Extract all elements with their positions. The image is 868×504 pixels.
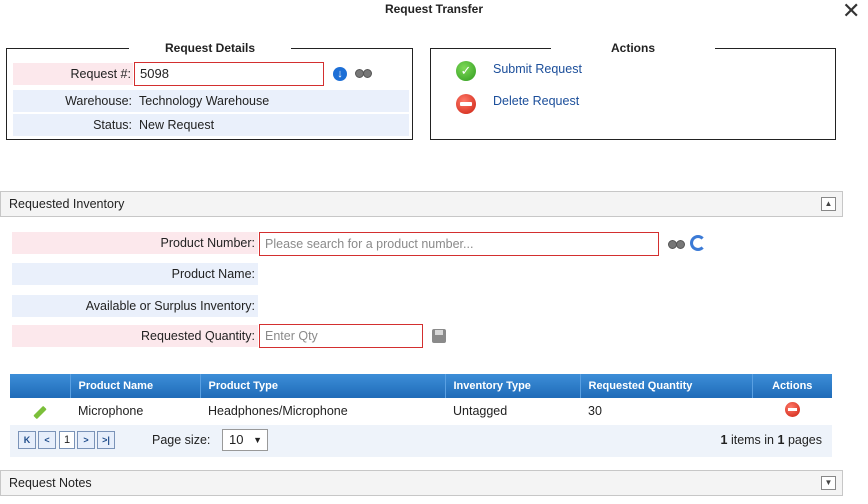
requested-quantity-label: Requested Quantity: bbox=[141, 329, 255, 343]
close-icon[interactable]: ✕ bbox=[842, 0, 860, 22]
last-page-button[interactable]: >| bbox=[97, 431, 115, 449]
binoculars-icon[interactable] bbox=[668, 238, 685, 249]
col-actions: Actions bbox=[751, 374, 832, 398]
save-icon[interactable] bbox=[432, 329, 446, 343]
items-text: items in bbox=[730, 433, 775, 447]
expand-button[interactable]: ▼ bbox=[821, 476, 836, 490]
collapse-button[interactable]: ▲ bbox=[821, 197, 836, 211]
col-product-name[interactable]: Product Name bbox=[69, 374, 200, 398]
product-type-cell: Headphones/Microphone bbox=[200, 398, 445, 424]
delete-request-link[interactable]: Delete Request bbox=[493, 94, 579, 108]
items-count: 1 bbox=[720, 433, 728, 447]
delete-icon[interactable] bbox=[456, 94, 476, 114]
col-product-type[interactable]: Product Type bbox=[199, 374, 445, 398]
actions-box: Actions ✓ Submit Request Delete Request bbox=[430, 41, 836, 140]
product-name-cell: Microphone bbox=[70, 398, 200, 424]
requested-quantity-input[interactable]: Enter Qty bbox=[259, 324, 423, 348]
product-name-row: Product Name: bbox=[12, 263, 258, 285]
request-number-label: Request #: bbox=[70, 67, 131, 81]
inventory-type-cell: Untagged bbox=[445, 398, 580, 424]
request-number-input[interactable]: 5098 bbox=[134, 62, 324, 86]
warehouse-row: Warehouse: Technology Warehouse bbox=[13, 90, 409, 112]
inventory-grid: Product Name Product Type Inventory Type… bbox=[10, 374, 832, 424]
status-row: Status: New Request bbox=[13, 114, 409, 136]
grid-pager: K < 1 > >| Page size: 10 ▼ 1 items in 1 … bbox=[10, 425, 832, 457]
status-value: New Request bbox=[139, 118, 215, 132]
pager-info: 1 items in 1 pages bbox=[721, 433, 823, 447]
pages-text: pages bbox=[787, 433, 822, 447]
page-size-value: 10 bbox=[229, 432, 244, 447]
available-inventory-label: Available or Surplus Inventory: bbox=[85, 299, 255, 313]
request-details-box: Request Details Request #: 5098 ↓ Wareho… bbox=[6, 41, 413, 140]
status-label: Status: bbox=[93, 118, 132, 132]
edit-cell bbox=[10, 398, 70, 424]
chevron-down-icon: ▼ bbox=[253, 435, 262, 445]
product-number-label: Product Number: bbox=[160, 236, 255, 250]
warehouse-label: Warehouse: bbox=[65, 94, 132, 108]
page-number[interactable]: 1 bbox=[59, 431, 75, 449]
warehouse-value: Technology Warehouse bbox=[139, 94, 270, 108]
product-name-label: Product Name: bbox=[171, 267, 255, 281]
col-edit bbox=[10, 374, 70, 398]
request-number-row: Request #: bbox=[13, 63, 133, 85]
pencil-icon[interactable] bbox=[33, 405, 47, 420]
request-details-legend: Request Details bbox=[129, 41, 292, 55]
available-inventory-row: Available or Surplus Inventory: bbox=[12, 295, 258, 317]
requested-quantity-cell: 30 bbox=[580, 398, 752, 424]
refresh-icon[interactable] bbox=[690, 235, 706, 251]
prev-page-button[interactable]: < bbox=[38, 431, 56, 449]
requested-inventory-title: Requested Inventory bbox=[9, 197, 125, 211]
delete-row-icon[interactable] bbox=[784, 402, 800, 417]
request-notes-header[interactable]: Request Notes ▼ bbox=[0, 470, 843, 496]
dialog-title: Request Transfer bbox=[384, 2, 484, 16]
requested-quantity-row: Requested Quantity: bbox=[12, 325, 258, 347]
product-number-input[interactable]: Please search for a product number... bbox=[259, 232, 659, 256]
col-inventory-type[interactable]: Inventory Type bbox=[444, 374, 580, 398]
product-number-row: Product Number: bbox=[12, 232, 258, 254]
page-size-label: Page size: bbox=[152, 433, 211, 447]
next-page-button[interactable]: > bbox=[77, 431, 95, 449]
actions-cell bbox=[752, 398, 832, 424]
grid-header-row: Product Name Product Type Inventory Type… bbox=[10, 374, 832, 398]
request-notes-title: Request Notes bbox=[9, 476, 92, 490]
col-requested-quantity[interactable]: Requested Quantity bbox=[579, 374, 752, 398]
pages-count: 1 bbox=[777, 433, 785, 447]
binoculars-icon[interactable] bbox=[355, 67, 372, 78]
table-row: Microphone Headphones/Microphone Untagge… bbox=[10, 398, 832, 424]
actions-legend: Actions bbox=[551, 41, 716, 55]
checkmark-icon[interactable]: ✓ bbox=[456, 61, 476, 81]
first-page-button[interactable]: K bbox=[18, 431, 36, 449]
page-size-select[interactable]: 10 ▼ bbox=[222, 429, 268, 451]
submit-request-link[interactable]: Submit Request bbox=[493, 62, 582, 76]
requested-inventory-header[interactable]: Requested Inventory ▲ bbox=[0, 191, 843, 217]
download-icon[interactable]: ↓ bbox=[333, 67, 347, 81]
